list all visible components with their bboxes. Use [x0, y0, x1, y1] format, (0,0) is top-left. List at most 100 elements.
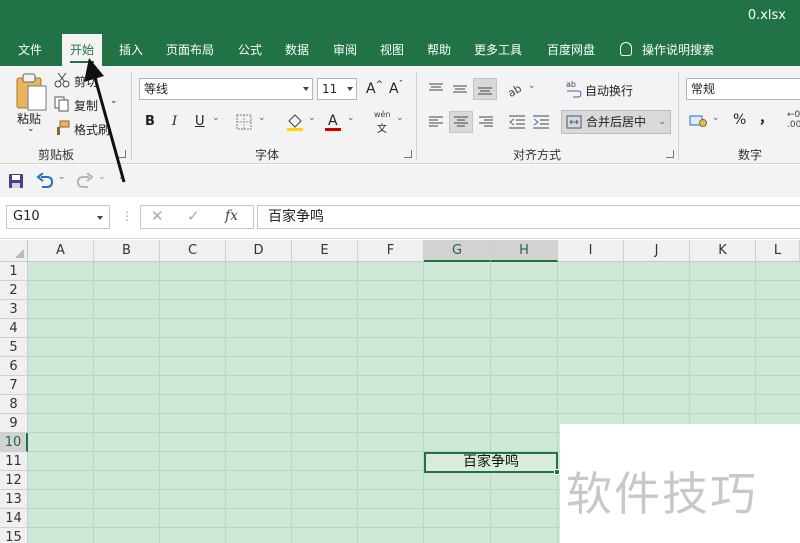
row-header-7[interactable]: 7: [0, 376, 28, 395]
tab-help[interactable]: 帮助: [419, 34, 459, 66]
number-format-box[interactable]: 常规: [686, 78, 800, 100]
alignment-launcher-icon[interactable]: [666, 150, 674, 158]
font-color-dropdown-icon[interactable]: ⌄: [347, 113, 355, 123]
font-name-box[interactable]: 等线: [139, 78, 313, 100]
chevron-down-icon[interactable]: ⌄: [658, 111, 666, 133]
row-header-11[interactable]: 11: [0, 452, 28, 471]
column-header-l[interactable]: L: [756, 240, 800, 262]
enter-icon[interactable]: ✓: [187, 207, 200, 225]
fill-color-icon[interactable]: [286, 112, 304, 132]
row-header-2[interactable]: 2: [0, 281, 28, 300]
save-icon[interactable]: [8, 173, 24, 189]
copy-dropdown-icon[interactable]: ⌄: [110, 96, 118, 106]
tab-view[interactable]: 视图: [372, 34, 412, 66]
column-header-g[interactable]: G: [424, 240, 491, 262]
comma-style-button[interactable]: ，: [759, 108, 773, 128]
row-header-14[interactable]: 14: [0, 509, 28, 528]
column-header-i[interactable]: I: [558, 240, 624, 262]
undo-dropdown-icon[interactable]: ⌄: [58, 172, 66, 182]
borders-icon[interactable]: [236, 114, 252, 130]
accounting-format-icon[interactable]: [689, 113, 707, 129]
align-right-icon[interactable]: [478, 115, 494, 129]
font-color-icon[interactable]: A: [324, 112, 342, 132]
align-left-icon[interactable]: [428, 115, 444, 129]
italic-button[interactable]: I: [172, 114, 177, 129]
name-box[interactable]: G10: [6, 205, 110, 229]
row-header-12[interactable]: 12: [0, 471, 28, 490]
tab-review[interactable]: 审阅: [325, 34, 365, 66]
align-top-icon[interactable]: [428, 82, 444, 96]
clipboard-launcher-icon[interactable]: [118, 150, 126, 158]
column-header-h[interactable]: H: [491, 240, 558, 262]
increase-indent-icon[interactable]: [532, 114, 550, 130]
format-painter-button[interactable]: 格式刷: [74, 121, 110, 138]
font-size-box[interactable]: 11: [317, 78, 357, 100]
tab-baidu-netdisk[interactable]: 百度网盘: [539, 34, 603, 66]
tab-insert[interactable]: 插入: [111, 34, 151, 66]
row-header-1[interactable]: 1: [0, 262, 28, 281]
wrap-text-button[interactable]: 自动换行: [585, 82, 633, 99]
decrease-indent-icon[interactable]: [508, 114, 526, 130]
cut-button[interactable]: 剪切: [74, 73, 98, 90]
tab-file[interactable]: 文件: [10, 34, 50, 66]
row-header-4[interactable]: 4: [0, 319, 28, 338]
copy-button[interactable]: 复制: [74, 97, 98, 114]
column-header-e[interactable]: E: [292, 240, 358, 262]
underline-button[interactable]: U: [195, 114, 205, 129]
tab-home[interactable]: 开始: [62, 34, 103, 66]
row-header-3[interactable]: 3: [0, 300, 28, 319]
chevron-down-icon[interactable]: [303, 87, 309, 91]
font-launcher-icon[interactable]: [404, 150, 412, 158]
paste-icon[interactable]: [14, 72, 48, 112]
column-header-b[interactable]: B: [94, 240, 160, 262]
column-header-a[interactable]: A: [28, 240, 94, 262]
row-header-13[interactable]: 13: [0, 490, 28, 509]
row-header-6[interactable]: 6: [0, 357, 28, 376]
align-middle-icon[interactable]: [452, 82, 468, 96]
column-header-d[interactable]: D: [226, 240, 292, 262]
svg-text:A: A: [328, 113, 338, 129]
accounting-dropdown-icon[interactable]: ⌄: [712, 113, 720, 123]
row-header-5[interactable]: 5: [0, 338, 28, 357]
column-header-j[interactable]: J: [624, 240, 690, 262]
paste-dropdown-icon[interactable]: ⌄: [27, 124, 35, 134]
fill-color-dropdown-icon[interactable]: ⌄: [308, 113, 316, 123]
customize-toolbar-icon[interactable]: ₌: [119, 170, 125, 183]
redo-dropdown-icon[interactable]: ⌄: [98, 172, 106, 182]
column-header-c[interactable]: C: [160, 240, 226, 262]
redo-icon[interactable]: [76, 173, 94, 189]
cancel-icon[interactable]: ✕: [151, 207, 164, 225]
merge-center-button[interactable]: 合并后居中 ⌄: [561, 110, 671, 134]
row-header-15[interactable]: 15: [0, 528, 28, 543]
formula-bar: G10 ⋮ ✕ ✓ fx 百家争鸣: [0, 197, 800, 239]
tab-more-tools[interactable]: 更多工具: [466, 34, 530, 66]
tab-data[interactable]: 数据: [277, 34, 317, 66]
tell-me-search[interactable]: 操作说明搜索: [620, 34, 714, 66]
bold-button[interactable]: B: [145, 114, 155, 129]
row-header-9[interactable]: 9: [0, 414, 28, 433]
increase-decimal-icon[interactable]: ←0.00: [787, 110, 800, 130]
percent-button[interactable]: %: [733, 112, 746, 128]
orientation-dropdown-icon[interactable]: ⌄: [528, 81, 536, 91]
borders-dropdown-icon[interactable]: ⌄: [258, 113, 266, 123]
decrease-font-size-icon[interactable]: Aˇ: [389, 80, 403, 97]
row-header-10[interactable]: 10: [0, 433, 28, 452]
chevron-down-icon[interactable]: [97, 216, 103, 220]
selected-cell-g10[interactable]: 百家争鸣: [424, 452, 560, 475]
phonetic-dropdown-icon[interactable]: ⌄: [396, 113, 404, 123]
column-header-k[interactable]: K: [690, 240, 756, 262]
insert-function-button[interactable]: fx: [225, 208, 238, 224]
phonetic-icon[interactable]: wén: [374, 110, 391, 119]
row-header-8[interactable]: 8: [0, 395, 28, 414]
select-all-button[interactable]: [0, 240, 28, 262]
formula-bar-grip-icon[interactable]: ⋮: [121, 209, 133, 223]
formula-input[interactable]: 百家争鸣: [257, 205, 800, 229]
chevron-down-icon[interactable]: [347, 87, 353, 91]
orientation-icon[interactable]: ab: [506, 80, 524, 98]
column-header-f[interactable]: F: [358, 240, 424, 262]
undo-icon[interactable]: [36, 173, 54, 189]
increase-font-size-icon[interactable]: A^: [366, 80, 383, 97]
tab-page-layout[interactable]: 页面布局: [158, 34, 222, 66]
underline-dropdown-icon[interactable]: ⌄: [212, 113, 220, 123]
tab-formulas[interactable]: 公式: [230, 34, 270, 66]
